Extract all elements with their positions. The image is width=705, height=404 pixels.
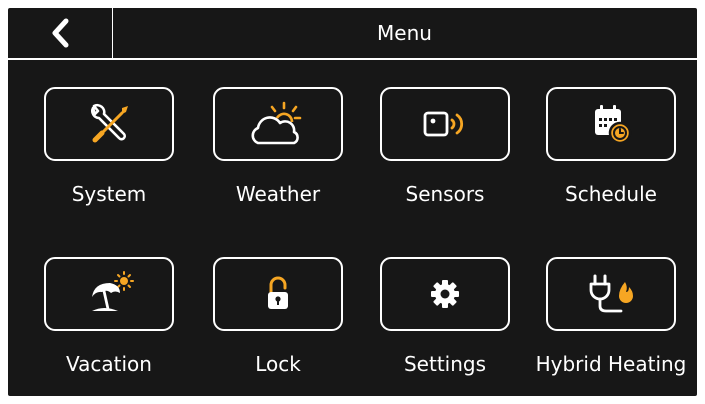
vacation-label: Vacation xyxy=(66,352,152,376)
page-title: Menu xyxy=(377,21,432,45)
schedule-button[interactable] xyxy=(546,87,676,161)
system-label: System xyxy=(71,182,147,206)
system-button[interactable] xyxy=(44,87,174,161)
sun-cloud-icon xyxy=(248,101,308,147)
header-underline xyxy=(8,58,697,60)
settings-label: Settings xyxy=(403,352,487,376)
back-button[interactable] xyxy=(8,8,112,58)
schedule-label: Schedule xyxy=(565,182,657,206)
calendar-clock-icon xyxy=(589,102,633,146)
chevron-left-icon xyxy=(50,18,70,48)
hybrid-heating-button[interactable] xyxy=(546,257,676,331)
gear-icon xyxy=(429,278,461,310)
sensors-button[interactable] xyxy=(380,87,510,161)
lock-label: Lock xyxy=(255,352,301,376)
beach-umbrella-icon xyxy=(84,271,134,317)
plug-flame-icon xyxy=(585,272,637,316)
weather-button[interactable] xyxy=(213,87,343,161)
hybrid-heating-label: Hybrid Heating xyxy=(535,352,687,376)
wrench-screwdriver-icon xyxy=(84,102,134,146)
lock-button[interactable] xyxy=(213,257,343,331)
sensors-label: Sensors xyxy=(405,182,485,206)
thermostat-screen: Menu System Weather Sensors Schedule Vac… xyxy=(8,8,697,396)
header-bar: Menu xyxy=(8,8,697,58)
weather-label: Weather xyxy=(235,182,321,206)
settings-button[interactable] xyxy=(380,257,510,331)
sensor-signal-icon xyxy=(421,108,469,140)
padlock-icon xyxy=(263,274,293,314)
vacation-button[interactable] xyxy=(44,257,174,331)
